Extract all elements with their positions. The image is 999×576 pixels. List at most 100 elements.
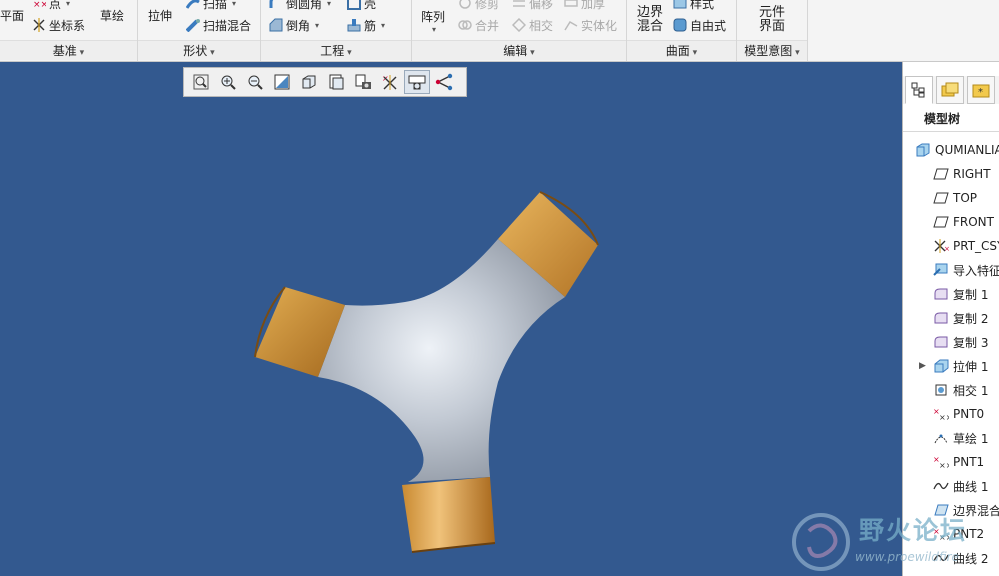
freestyle-icon (673, 18, 687, 32)
zoom-fit-icon[interactable] (188, 70, 214, 94)
editing-group-label[interactable]: 编辑 (412, 40, 626, 60)
tree-node-label: 曲线 1 (953, 479, 989, 494)
rib-button[interactable]: 筋 ▾ (347, 16, 385, 34)
chevron-down-icon: ▾ (315, 20, 320, 30)
tree-node[interactable]: 曲线 2 (933, 548, 988, 568)
pattern-button[interactable]: 阵列 ▾ (421, 8, 445, 34)
style-button[interactable]: 样式 (673, 0, 714, 12)
tree-node-label: PNT0 (953, 407, 985, 421)
sweep-icon (185, 0, 200, 10)
view-manager-icon[interactable] (350, 70, 376, 94)
bottom-pipe-end (402, 477, 495, 552)
tree-node[interactable]: 复制 1 (933, 284, 988, 304)
model-intent-group-label[interactable]: 模型意图 (737, 40, 807, 60)
shell-button[interactable]: 壳 (347, 0, 376, 12)
round-icon (269, 0, 283, 10)
shapes-group-label[interactable]: 形状 (138, 40, 260, 60)
folder-browser-tab-icon[interactable] (936, 76, 964, 104)
graphics-viewport[interactable]: × (0, 62, 902, 576)
datum-point-icon: ××× (933, 527, 952, 542)
merge-button[interactable]: 合并 (458, 16, 499, 34)
tree-node-label: 相交 1 (953, 383, 989, 398)
datum-group-label[interactable]: 基准 (0, 40, 137, 60)
intersect-icon (511, 17, 527, 33)
engineering-group-label[interactable]: 工程 (261, 40, 411, 60)
tree-node[interactable]: ×××PNT1 (933, 452, 984, 472)
tree-node[interactable]: ▶ 拉伸 1 (919, 356, 989, 376)
spin-center-icon[interactable] (404, 70, 430, 94)
chevron-down-icon: ▾ (381, 20, 386, 30)
display-style-icon[interactable] (296, 70, 322, 94)
tree-node[interactable]: 导入特征 (933, 260, 999, 280)
sketch-icon (933, 431, 949, 445)
saved-views-icon[interactable] (323, 70, 349, 94)
expand-arrow-icon[interactable]: ▶ (919, 361, 926, 371)
tree-node[interactable]: 曲线 1 (933, 476, 988, 496)
sweep-button[interactable]: 扫描 ▾ (185, 0, 236, 12)
chamfer-button[interactable]: 倒角 ▾ (269, 16, 319, 34)
tree-node[interactable]: RIGHT (933, 164, 991, 184)
tree-node-label: RIGHT (953, 167, 991, 181)
y-junction-model[interactable] (230, 177, 630, 557)
annotation-display-icon[interactable] (431, 70, 457, 94)
solidify-button[interactable]: 实体化 (564, 16, 617, 34)
panel-title: 模型树 (903, 106, 999, 132)
tree-node[interactable]: ×××PNT2 (933, 524, 984, 544)
tree-node[interactable]: 相交 1 (933, 380, 988, 400)
offset-icon (512, 0, 526, 10)
thicken-button[interactable]: 加厚 (564, 0, 605, 12)
offset-button[interactable]: 偏移 (512, 0, 553, 12)
freestyle-button[interactable]: 自由式 (673, 16, 726, 34)
favorites-tab-icon[interactable]: * (967, 76, 995, 104)
plane-button[interactable]: 平面 (0, 6, 24, 24)
round-button[interactable]: 倒圆角 ▾ (269, 0, 331, 12)
point-button[interactable]: ×× 点▾ (32, 0, 70, 12)
extrude-icon (933, 359, 949, 373)
copy-surface-icon (933, 311, 949, 325)
style-icon (673, 0, 687, 10)
svg-text:××: ×× (33, 0, 46, 10)
tree-node-label: 复制 3 (953, 335, 989, 350)
tree-node[interactable]: TOP (933, 188, 977, 208)
tree-node[interactable]: QUMIANLIA (915, 140, 999, 160)
svg-text:××: ×× (939, 461, 949, 469)
zoom-in-icon[interactable] (215, 70, 241, 94)
view-toolbar: × (183, 67, 467, 97)
tree-node[interactable]: 边界混合 (933, 500, 999, 520)
tree-node[interactable]: FRONT (933, 212, 994, 232)
repaint-icon[interactable] (269, 70, 295, 94)
svg-text:××: ×× (939, 413, 949, 421)
boundary-blend-button[interactable]: 边界 混合 (637, 6, 663, 34)
point-icon: ×× (32, 0, 48, 10)
tree-node-label: PRT_CSY (953, 239, 999, 253)
component-interface-button[interactable]: 元件 界面 (759, 6, 785, 34)
intersect-button[interactable]: 相交 (511, 16, 553, 34)
tree-node[interactable]: × PRT_CSY (933, 236, 999, 256)
surfaces-group-label[interactable]: 曲面 (627, 40, 736, 60)
tree-node[interactable]: 复制 3 (933, 332, 988, 352)
model-tree-tab-icon[interactable] (905, 76, 933, 104)
tree-node-label: 拉伸 1 (953, 359, 989, 374)
datum-group: 平面 ×× 点▾ 坐标系 草绘 基准 (0, 0, 138, 61)
datum-plane-icon (933, 167, 949, 181)
sketch-button[interactable]: 草绘 (100, 6, 124, 24)
tree-node[interactable]: ×××PNT0 (933, 404, 984, 424)
tree-node-label: PNT1 (953, 455, 985, 469)
tree-node-label: 复制 2 (953, 311, 989, 326)
tree-node-label: PNT2 (953, 527, 985, 541)
boundary-blend-icon (933, 503, 949, 517)
editing-group: 阵列 ▾ 修剪 合并 偏移 相交 加厚 实体化 编辑 (412, 0, 627, 61)
tree-node[interactable]: 草绘 1 (933, 428, 988, 448)
csys-button[interactable]: 坐标系 (32, 16, 85, 34)
swept-blend-button[interactable]: 扫描混合 (185, 16, 251, 34)
tree-node[interactable]: 复制 2 (933, 308, 988, 328)
curve-icon (933, 479, 949, 493)
datum-display-icon[interactable]: × (377, 70, 403, 94)
tree-node-label: 曲线 2 (953, 551, 989, 566)
panel-tabs: * (903, 76, 999, 104)
zoom-out-icon[interactable] (242, 70, 268, 94)
copy-surface-icon (933, 287, 949, 301)
trim-button[interactable]: 修剪 (458, 0, 499, 12)
svg-text:*: * (978, 87, 983, 98)
extrude-button[interactable]: 拉伸 (148, 6, 172, 24)
